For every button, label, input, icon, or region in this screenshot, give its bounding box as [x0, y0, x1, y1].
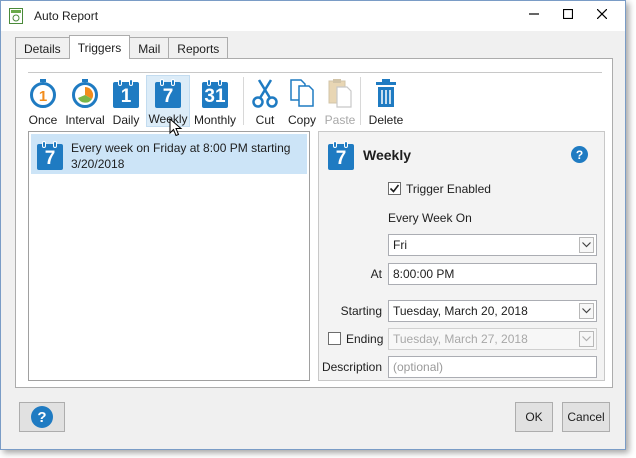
paste-icon: [325, 77, 355, 109]
paste-button[interactable]: Paste: [323, 75, 357, 127]
at-label: At: [370, 267, 382, 281]
ending-date-picker[interactable]: Tuesday, March 27, 2018: [388, 328, 597, 350]
close-icon: [597, 9, 607, 19]
delete-label: Delete: [368, 113, 404, 127]
window-title: Auto Report: [34, 9, 99, 23]
help-button[interactable]: ?: [19, 402, 65, 432]
weekly-button[interactable]: 7 Weekly: [146, 75, 190, 127]
chevron-down-icon: [579, 303, 594, 319]
starting-date-picker[interactable]: Tuesday, March 20, 2018: [388, 300, 597, 322]
daily-calendar-number: 1: [120, 86, 132, 107]
daily-label: Daily: [112, 113, 140, 127]
help-icon: ?: [31, 406, 53, 428]
starting-label: Starting: [340, 304, 382, 318]
once-label: Once: [28, 113, 58, 127]
copy-label: Copy: [287, 113, 316, 127]
trigger-enabled-checkbox[interactable]: [388, 182, 401, 195]
detail-calendar-number: 7: [335, 148, 347, 169]
starting-date-value: Tuesday, March 20, 2018: [393, 304, 528, 318]
checkmark-icon: [389, 184, 400, 193]
tab-reports[interactable]: Reports: [168, 37, 229, 59]
ending-checkbox[interactable]: [328, 332, 341, 345]
trigger-enabled-label: Trigger Enabled: [406, 182, 491, 196]
once-button[interactable]: 1 Once: [26, 75, 60, 127]
interval-button[interactable]: Interval: [64, 75, 106, 127]
minimize-button[interactable]: [517, 1, 551, 27]
trash-icon: [371, 77, 401, 109]
time-input[interactable]: 8:00:00 PM: [388, 263, 597, 285]
tab-details[interactable]: Details: [15, 37, 70, 59]
title-bar: Auto Report: [1, 1, 625, 31]
triggers-list[interactable]: 7 Every week on Friday at 8:00 PM starti…: [28, 131, 310, 381]
cancel-button[interactable]: Cancel: [562, 402, 610, 432]
description-input[interactable]: (optional): [388, 356, 597, 378]
weekday-select[interactable]: Fri: [388, 234, 597, 256]
stopwatch-once-icon: 1: [28, 77, 58, 109]
trigger-detail-panel: 7 Weekly ? Trigger Enabled Every Week On…: [318, 131, 605, 381]
copy-button[interactable]: Copy: [284, 75, 320, 127]
cut-label: Cut: [255, 113, 275, 127]
calendar-weekly-icon: 7: [327, 140, 355, 170]
daily-button[interactable]: 1 Daily: [110, 75, 142, 127]
toolbar-divider: [28, 72, 602, 73]
chevron-down-icon: [579, 237, 594, 253]
every-week-on-label: Every Week On: [388, 211, 472, 225]
calendar-weekly-icon: 7: [153, 78, 183, 108]
calendar-monthly-icon: 31: [200, 77, 230, 109]
calendar-weekly-icon: 7: [36, 140, 64, 170]
toolbar-separator: [243, 77, 244, 125]
tab-strip: Details Triggers Mail Reports: [15, 35, 229, 59]
minimize-icon: [529, 13, 539, 15]
scissors-icon: [250, 77, 280, 109]
close-button[interactable]: [585, 1, 619, 27]
calendar-daily-icon: 1: [111, 77, 141, 109]
maximize-button[interactable]: [551, 1, 585, 27]
maximize-icon: [563, 9, 573, 19]
weekday-value: Fri: [393, 238, 407, 252]
mouse-cursor-icon: [169, 117, 183, 141]
copy-icon: [287, 77, 317, 109]
ok-button[interactable]: OK: [515, 402, 553, 432]
description-label: Description: [321, 360, 382, 374]
auto-report-window: Auto Report Details Triggers Mail Report…: [0, 0, 626, 450]
triggers-panel: 1 Once Interval 1 Daily 7 Weekly 31 Mont…: [15, 58, 613, 388]
list-calendar-number: 7: [44, 148, 56, 169]
detail-title: Weekly: [363, 147, 411, 163]
monthly-calendar-number: 31: [204, 86, 226, 107]
toolbar-separator-2: [360, 77, 361, 125]
ending-date-value: Tuesday, March 27, 2018: [393, 332, 528, 346]
cut-button[interactable]: Cut: [250, 75, 280, 127]
interval-label: Interval: [65, 113, 105, 127]
chevron-down-icon: [579, 331, 594, 347]
delete-button[interactable]: Delete: [366, 75, 406, 127]
monthly-label: Monthly: [193, 113, 237, 127]
help-icon[interactable]: ?: [571, 146, 588, 163]
paste-label: Paste: [324, 113, 356, 127]
weekly-calendar-number: 7: [162, 86, 174, 107]
tab-triggers[interactable]: Triggers: [68, 35, 131, 59]
app-icon: [9, 8, 23, 24]
stopwatch-interval-icon: [70, 77, 100, 109]
monthly-button[interactable]: 31 Monthly: [192, 75, 238, 127]
trigger-description: Every week on Friday at 8:00 PM starting…: [71, 141, 291, 171]
tab-mail[interactable]: Mail: [129, 37, 170, 59]
svg-text:1: 1: [39, 88, 47, 105]
ending-label: Ending: [346, 332, 384, 346]
